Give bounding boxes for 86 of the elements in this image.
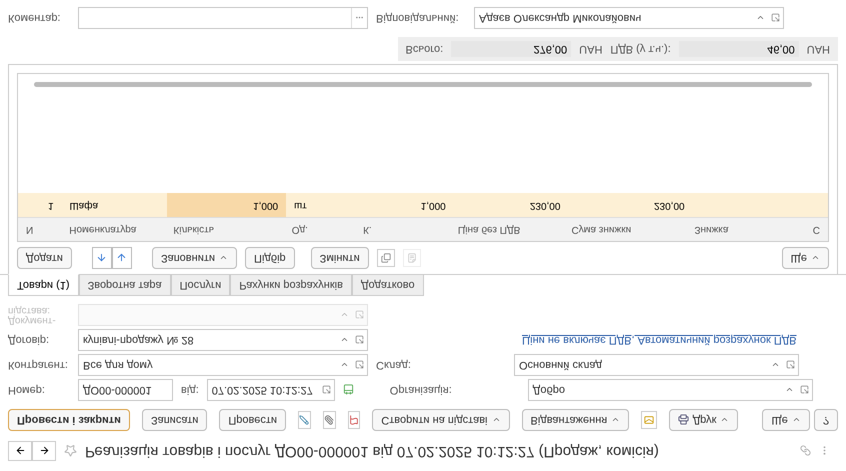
field-label: Склад: [376, 358, 412, 374]
column-header[interactable]: С [804, 218, 828, 241]
command-button[interactable]: Провести і закрити [8, 409, 130, 431]
flag-icon [348, 415, 359, 425]
open-icon[interactable] [355, 360, 364, 370]
document-icon [406, 253, 417, 263]
counterparty-field[interactable]: Все для дому [78, 354, 368, 376]
total-value: 276,00 [451, 40, 572, 58]
column-header[interactable]: Од. [284, 218, 356, 241]
field-label: Контрагент: [8, 358, 69, 374]
help-button[interactable]: ? [814, 409, 838, 431]
link-icon[interactable] [800, 446, 811, 456]
open-icon[interactable] [786, 360, 795, 370]
forward-arrow-icon [38, 446, 50, 456]
column-header[interactable]: N [18, 218, 62, 241]
envelope-icon [644, 415, 654, 425]
more-button[interactable]: Ще [782, 247, 829, 269]
tab[interactable]: Додатково [352, 274, 424, 296]
star-icon[interactable] [64, 444, 77, 458]
open-icon[interactable] [322, 386, 331, 394]
number-field[interactable]: ДО00-000001 [78, 379, 173, 401]
forward-button[interactable] [32, 441, 56, 461]
command-button[interactable]: Записати [142, 409, 208, 431]
tab[interactable]: Зворотна тара [78, 274, 171, 296]
table-cell-text: 1,000 [420, 199, 447, 213]
calendar-icon[interactable] [342, 384, 354, 396]
vat-link[interactable]: Ціни не включає ПДВ, Автоматичний розрахунок ПДВ [522, 332, 797, 348]
attach-button[interactable] [322, 411, 336, 429]
comment-field[interactable] [78, 7, 368, 29]
table-cell-text: 230,00 [528, 199, 562, 213]
copy-button[interactable] [376, 249, 395, 267]
table-cell-text: 1 [46, 199, 55, 213]
back-arrow-icon [14, 446, 26, 456]
field-label: Відповідальний: [376, 11, 460, 26]
field-label: Номер: [8, 383, 46, 398]
table-cell-text: шт [293, 199, 308, 213]
currency-label: UAH [806, 42, 830, 58]
column-header[interactable]: К. [355, 218, 450, 241]
tab[interactable]: Послуги [170, 274, 230, 296]
field-label: Всього: [406, 42, 444, 58]
column-header[interactable]: Ціна без ПДВ [450, 218, 564, 241]
field-label: Договір: [8, 333, 50, 348]
tab[interactable]: Товари (1) [8, 274, 79, 296]
field-label: Документ-підстава: [8, 305, 57, 325]
command-button[interactable]: Створити на підставі [372, 409, 510, 431]
open-icon[interactable] [355, 336, 364, 344]
fill-button[interactable]: Заповнити [152, 247, 238, 269]
back-button[interactable] [8, 441, 32, 461]
command-button[interactable]: Провести [219, 409, 286, 431]
table-cell-text: 230,00 [652, 199, 686, 213]
table-cell: 1,000 [166, 193, 286, 217]
date-field[interactable]: 07.02.2025 10:12:27 [206, 379, 335, 401]
vat-value: 46,00 [678, 40, 799, 58]
column-header[interactable]: Кількість [165, 218, 284, 241]
command-button[interactable]: Відвантаження [522, 409, 630, 431]
currency-label: UAH [579, 42, 602, 58]
mail-button[interactable] [641, 411, 657, 429]
open-icon[interactable] [771, 14, 780, 22]
print-button[interactable]: Друк [668, 409, 738, 431]
column-header[interactable]: Знижка [686, 218, 805, 241]
add-button[interactable]: Додати [17, 247, 72, 269]
field-label: Коментар: [8, 11, 62, 26]
paperclip-icon [324, 415, 334, 425]
printer-icon [678, 414, 689, 426]
contract-field[interactable]: купівлі-продажу № 28 [78, 329, 368, 351]
field-label: від: [181, 383, 199, 398]
change-button[interactable]: Змінити [310, 247, 369, 269]
more-button[interactable]: Ще [762, 409, 810, 431]
table-cell-text: Шафа [68, 199, 100, 213]
edit-button[interactable] [298, 411, 311, 429]
pick-button[interactable]: Підбір [245, 247, 295, 269]
open-icon[interactable] [800, 386, 809, 394]
table-row[interactable]: 1 Шафа 1,000 шт 1,000 230,00 230,00 [18, 193, 828, 217]
organization-field[interactable]: Добро [528, 379, 813, 401]
column-header[interactable]: Сума знижки [563, 218, 686, 241]
field-label: Організація: [390, 383, 453, 398]
column-header[interactable]: Номенклатура [61, 218, 166, 241]
tab[interactable]: Рахунки розрахунків [230, 274, 352, 296]
responsible-field[interactable]: Адаєв Олександр Миколайович [474, 7, 784, 29]
warehouse-field[interactable]: Основний склад [514, 354, 799, 376]
pencil-icon [299, 415, 310, 425]
field-label: ПДВ (у т.ч.): [610, 42, 671, 58]
copy-icon [380, 253, 391, 263]
window-title: Реалізація товарів і послуг ДО00-000001 від 07.02.2025 10:12:27 (Продаж, комісія) [85, 442, 659, 462]
flag-button[interactable] [348, 411, 360, 429]
horizontal-scrollbar[interactable] [34, 82, 812, 87]
